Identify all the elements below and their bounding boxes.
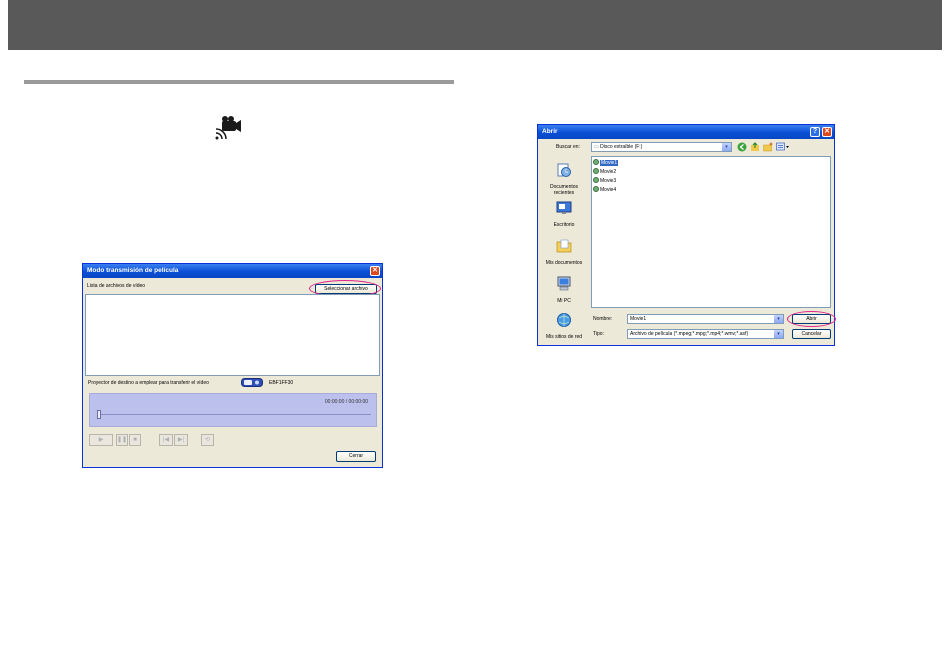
projector-label: Proyector de destino a emplear para tran… bbox=[88, 380, 209, 386]
file-name-label: Nombre: bbox=[593, 316, 613, 322]
movie-transmission-window: Modo transmisión de película ✕ Lista de … bbox=[82, 263, 383, 468]
page-header-bar bbox=[8, 0, 942, 50]
new-folder-icon[interactable] bbox=[763, 142, 773, 152]
up-folder-icon[interactable] bbox=[750, 142, 760, 152]
open-file-dialog: Abrir ? ✕ Buscar en: ▭ Disco extraíble (… bbox=[537, 124, 836, 346]
place-label: Mis documentos bbox=[545, 260, 583, 266]
cancel-button[interactable]: Cancelar bbox=[792, 329, 831, 339]
open-button-highlight bbox=[787, 311, 836, 327]
look-in-value: Disco extraíble (F:) bbox=[600, 144, 643, 150]
movie-window-close-icon[interactable]: ✕ bbox=[370, 266, 380, 276]
places-bar: Documentos recientes Escritorio Mis docu… bbox=[540, 156, 588, 344]
look-in-label: Buscar en: bbox=[556, 144, 580, 150]
projector-icon bbox=[241, 378, 263, 387]
seek-bar[interactable] bbox=[99, 414, 371, 415]
file-item[interactable]: Movie1 bbox=[593, 159, 619, 167]
chevron-down-icon: ▾ bbox=[774, 330, 783, 338]
file-name-input[interactable]: Movie1 ▾ bbox=[627, 314, 784, 324]
close-button[interactable]: Cerrar bbox=[336, 451, 376, 462]
file-name-value: Movie1 bbox=[630, 316, 647, 322]
place-label: Documentos recientes bbox=[549, 184, 579, 196]
place-label: Escritorio bbox=[553, 222, 575, 228]
place-network[interactable]: Mis sitios de red bbox=[540, 312, 588, 340]
chevron-down-icon: ▾ bbox=[774, 315, 783, 323]
file-item[interactable]: Movie4 bbox=[593, 186, 616, 194]
previous-button[interactable]: |◀ bbox=[159, 434, 173, 446]
stop-button[interactable]: ■ bbox=[129, 434, 141, 446]
open-dialog-title: Abrir bbox=[538, 125, 834, 139]
next-button[interactable]: ▶| bbox=[174, 434, 188, 446]
pause-button[interactable]: ❚❚ bbox=[116, 434, 128, 446]
place-recent-documents[interactable]: Documentos recientes bbox=[540, 162, 588, 196]
file-name: Movie1 bbox=[600, 160, 619, 166]
seek-thumb[interactable] bbox=[97, 410, 101, 419]
play-button[interactable]: ▶ bbox=[89, 434, 113, 446]
pause-icon: ❚❚ bbox=[117, 437, 128, 443]
movie-sending-icon bbox=[215, 116, 241, 140]
file-name: Movie4 bbox=[600, 187, 617, 193]
previous-icon: |◀ bbox=[162, 437, 170, 443]
projector-name: EBF1FF30 bbox=[269, 380, 294, 386]
file-type-label: Tipo: bbox=[593, 331, 604, 337]
place-desktop[interactable]: Escritorio bbox=[540, 200, 588, 228]
file-name: Movie2 bbox=[600, 169, 617, 175]
file-type-select[interactable]: Archivo de película (*.mpeg;*.mpg;*.mp4;… bbox=[627, 329, 784, 339]
view-menu-icon[interactable] bbox=[776, 142, 790, 152]
file-item[interactable]: Movie2 bbox=[593, 168, 616, 176]
video-list-label: Lista de archivos de vídeo bbox=[87, 283, 146, 289]
stop-icon: ■ bbox=[133, 437, 137, 443]
play-icon: ▶ bbox=[98, 437, 104, 443]
movie-file-icon bbox=[593, 159, 599, 165]
file-list[interactable]: Movie1 Movie2 Movie3 Movie4 bbox=[591, 156, 831, 308]
place-label: Mis sitios de red bbox=[545, 334, 583, 340]
place-my-computer[interactable]: Mi PC bbox=[540, 276, 588, 304]
place-my-documents[interactable]: Mis documentos bbox=[540, 238, 588, 266]
chevron-down-icon: ▾ bbox=[722, 143, 731, 151]
movie-file-icon bbox=[593, 177, 599, 183]
next-icon: ▶| bbox=[177, 437, 185, 443]
file-item[interactable]: Movie3 bbox=[593, 177, 616, 185]
section-rule bbox=[24, 80, 454, 84]
movie-file-icon bbox=[593, 186, 599, 192]
back-icon[interactable] bbox=[737, 142, 747, 152]
movie-window-title: Modo transmisión de película bbox=[83, 264, 382, 278]
my-computer-icon bbox=[557, 276, 571, 291]
video-file-list[interactable] bbox=[85, 294, 380, 376]
repeat-button[interactable]: ⟲ bbox=[201, 434, 214, 446]
desktop-icon bbox=[556, 201, 572, 214]
recent-documents-icon bbox=[557, 163, 571, 177]
place-label: Mi PC bbox=[557, 298, 571, 304]
time-display: 00:00:00 / 00:00:00 bbox=[324, 399, 368, 405]
open-dialog-close-icon[interactable]: ✕ bbox=[822, 127, 832, 137]
network-places-icon bbox=[557, 313, 571, 327]
file-name: Movie3 bbox=[600, 178, 617, 184]
look-in-select[interactable]: ▭ Disco extraíble (F:) ▾ bbox=[591, 142, 732, 152]
help-icon[interactable]: ? bbox=[810, 127, 820, 137]
movie-file-icon bbox=[593, 168, 599, 174]
file-type-value: Archivo de película (*.mpeg;*.mpg;*.mp4;… bbox=[630, 331, 749, 337]
playback-panel: 00:00:00 / 00:00:00 bbox=[89, 393, 377, 427]
my-documents-icon bbox=[556, 239, 572, 253]
repeat-icon: ⟲ bbox=[204, 437, 211, 443]
